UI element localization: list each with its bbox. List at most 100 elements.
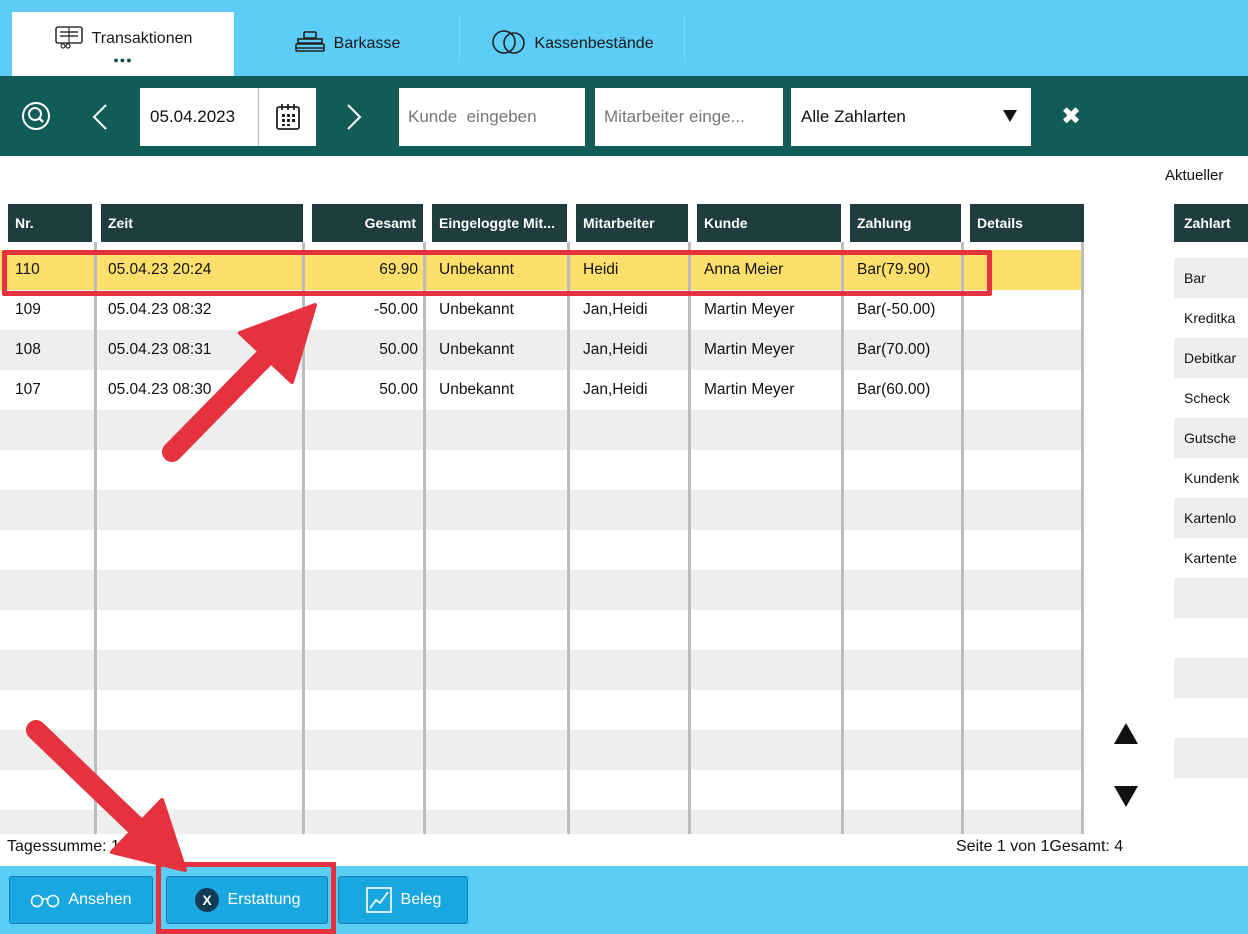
previous-day-button[interactable] <box>90 102 110 137</box>
cell-gesamt: 69.90 <box>379 261 418 278</box>
cell-mitarbeiter: Jan,Heidi <box>583 381 648 398</box>
chart-icon <box>365 886 393 914</box>
next-day-button[interactable] <box>344 102 364 137</box>
receipt-icon <box>54 25 86 54</box>
cell-gesamt: 50.00 <box>379 341 418 358</box>
calendar-icon[interactable] <box>258 88 316 146</box>
table-row[interactable]: 107 05.04.23 08:30 50.00 Unbekannt Jan,H… <box>0 370 1084 410</box>
empty-row <box>0 610 1084 650</box>
column-header-details[interactable]: Details <box>970 204 1084 242</box>
cell-zahlung: Bar(70.00) <box>857 341 931 358</box>
empty-row <box>0 690 1084 730</box>
summary-empty-row <box>1174 698 1248 738</box>
table-header: Nr. Zeit Gesamt Eingeloggte Mit... Mitar… <box>0 202 1084 242</box>
cell-details <box>970 290 1084 330</box>
payment-type-select[interactable]: Alle Zahlarten <box>791 88 1031 146</box>
cell-zeit: 05.04.23 08:30 <box>108 381 212 398</box>
summary-row: Kartenlo <box>1174 498 1248 538</box>
customer-input[interactable] <box>399 88 585 146</box>
clear-filter-button[interactable]: ✖ <box>1058 102 1084 132</box>
summary-header: Zahlart <box>1174 204 1248 242</box>
summary-row: Kreditka <box>1174 298 1248 338</box>
empty-row <box>0 730 1084 770</box>
empty-row <box>0 410 1084 450</box>
cell-kunde: Anna Meier <box>704 261 784 278</box>
refund-button-label: Erstattung <box>227 891 301 908</box>
receipt-button[interactable]: Beleg <box>338 876 468 924</box>
cell-zahlung: Bar(60.00) <box>857 381 931 398</box>
view-button-label: Ansehen <box>68 891 132 908</box>
summary-row: Scheck <box>1174 378 1248 418</box>
cell-details <box>970 370 1084 410</box>
column-header-nr[interactable]: Nr. <box>8 204 92 242</box>
summary-empty-row <box>1174 578 1248 618</box>
search-icon[interactable] <box>20 100 52 137</box>
column-header-zeit[interactable]: Zeit <box>101 204 303 242</box>
cell-kunde: Martin Meyer <box>704 301 795 318</box>
active-tab-indicator: ●●● <box>113 54 133 65</box>
tab-label: Kassenbestände <box>534 35 654 52</box>
cell-kunde: Martin Meyer <box>704 341 795 358</box>
summary-row: Gutsche <box>1174 418 1248 458</box>
summary-row: Bar <box>1174 258 1248 298</box>
column-divider <box>423 242 426 834</box>
glasses-icon <box>30 892 60 908</box>
summary-empty-row <box>1174 618 1248 658</box>
employee-input[interactable] <box>595 88 783 146</box>
cell-kunde: Martin Meyer <box>704 381 795 398</box>
transactions-table: Nr. Zeit Gesamt Eingeloggte Mit... Mitar… <box>0 202 1084 834</box>
refund-button[interactable]: X Erstattung <box>166 876 328 924</box>
cell-gesamt: -50.00 <box>374 301 418 318</box>
empty-row <box>0 530 1084 570</box>
cell-zahlung: Bar(-50.00) <box>857 301 936 318</box>
cell-zahlung: Bar(79.90) <box>857 261 931 278</box>
column-divider <box>94 242 97 834</box>
tab-barkasse[interactable]: Barkasse <box>234 12 460 76</box>
cell-gesamt: 50.00 <box>379 381 418 398</box>
tab-bar: Transaktionen ●●● Barkasse Kassenbeständ… <box>0 0 1248 76</box>
receipt-button-label: Beleg <box>400 891 442 908</box>
table-row[interactable]: 109 05.04.23 08:32 -50.00 Unbekannt Jan,… <box>0 290 1084 330</box>
cell-details <box>970 330 1084 370</box>
cell-nr: 110 <box>15 261 40 278</box>
payment-summary-table: Zahlart Bar Kreditka Debitkar Scheck Gut… <box>1166 202 1248 834</box>
column-header-mitarbeiter[interactable]: Mitarbeiter <box>576 204 688 242</box>
x-circle-icon: X <box>194 887 220 913</box>
tab-transaktionen[interactable]: Transaktionen ●●● <box>12 12 234 76</box>
column-header-zahlung[interactable]: Zahlung <box>850 204 961 242</box>
table-row[interactable]: 108 05.04.23 08:31 50.00 Unbekannt Jan,H… <box>0 330 1084 370</box>
empty-row <box>0 810 1084 834</box>
table-row[interactable]: 110 05.04.23 20:24 69.90 Unbekannt Heidi… <box>0 250 1084 290</box>
cell-eingeloggt: Unbekannt <box>439 301 514 318</box>
pagination-info: Seite 1 von 1Gesamt: 4 <box>956 838 1124 855</box>
column-divider <box>841 242 844 834</box>
tab-kassenbestaende[interactable]: Kassenbestände <box>460 12 684 76</box>
summary-row: Debitkar <box>1174 338 1248 378</box>
empty-row <box>0 450 1084 490</box>
cell-mitarbeiter: Jan,Heidi <box>583 341 648 358</box>
scroll-down-button[interactable] <box>1112 782 1140 810</box>
empty-row <box>0 490 1084 530</box>
tab-label: Barkasse <box>333 35 401 52</box>
current-summary-label: Aktueller <box>1165 167 1224 184</box>
svg-text:X: X <box>202 892 212 908</box>
scroll-up-button[interactable] <box>1112 720 1140 748</box>
cell-nr: 109 <box>15 301 41 318</box>
column-header-eingeloggt[interactable]: Eingeloggte Mit... <box>432 204 567 242</box>
column-divider <box>567 242 570 834</box>
view-button[interactable]: Ansehen <box>9 876 153 924</box>
action-bar: Ansehen X Erstattung Beleg <box>0 866 1248 934</box>
column-header-gesamt[interactable]: Gesamt <box>312 204 423 242</box>
tab-label: Transaktionen <box>91 30 193 47</box>
dropdown-triangle-icon <box>1003 107 1017 127</box>
column-divider <box>961 242 964 834</box>
cell-eingeloggt: Unbekannt <box>439 381 514 398</box>
payment-type-value: Alle Zahlarten <box>801 107 906 126</box>
cell-eingeloggt: Unbekannt <box>439 341 514 358</box>
empty-row <box>0 570 1084 610</box>
column-divider <box>302 242 305 834</box>
column-header-kunde[interactable]: Kunde <box>697 204 841 242</box>
date-picker[interactable]: 05.04.2023 <box>140 88 316 146</box>
cell-zeit: 05.04.23 08:31 <box>108 341 212 358</box>
column-divider <box>1081 242 1084 834</box>
